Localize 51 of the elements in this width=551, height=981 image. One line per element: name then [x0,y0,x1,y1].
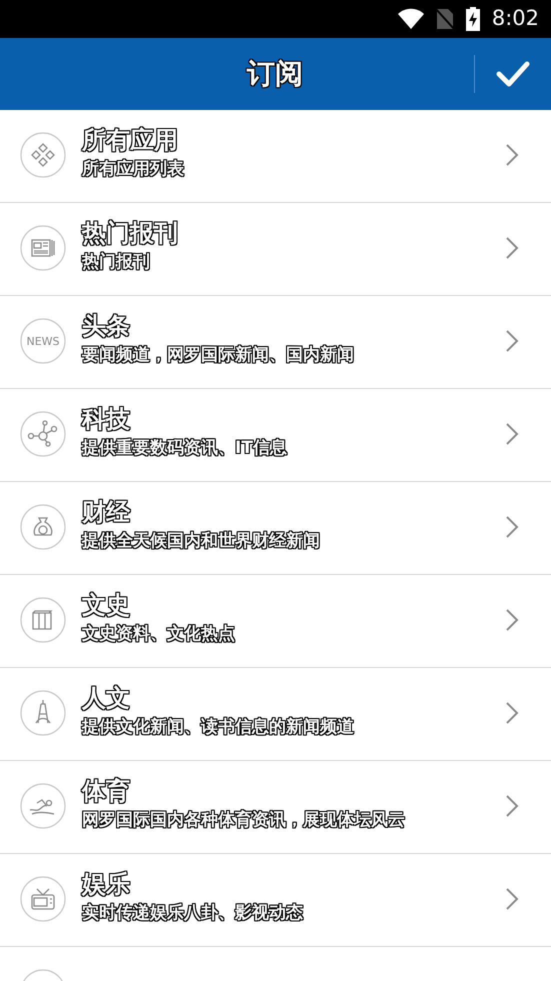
channel-description: 文史资料、文化热点 [82,624,236,646]
channel-title: 人文 [82,683,132,713]
channel-title: 体育 [82,776,132,806]
header-title: 订阅 [247,56,303,92]
channel-title: 文史 [82,590,132,620]
channel-row[interactable]: 人文 提供文化新闻、读书信息的新闻频道 [0,668,551,761]
channel-row[interactable]: 科技 提供重要数码资讯、IT信息 [0,389,551,482]
swimmer-icon [29,799,55,815]
channel-title: 头条 [82,311,132,341]
battery-charging-icon [466,7,480,31]
channel-description: 提供全天候国内和世界财经新闻 [82,531,321,552]
chevron-right-icon [505,608,519,632]
chevron-right-icon [505,794,519,818]
channel-row[interactable]: 财经 提供全天候国内和世界财经新闻 [0,482,551,575]
network-icon [28,420,58,447]
chevron-right-icon [505,515,519,539]
checkmark-icon [496,61,530,87]
chevron-right-icon [505,236,519,260]
wifi-icon [398,8,424,30]
status-time: 8:02 [492,5,539,32]
channel-row[interactable]: 体育 网罗国际国内各种体育资讯，展现体坛风云 [0,761,551,854]
books-icon [32,610,53,630]
news-label: NEWS [26,335,60,348]
chevron-right-icon [505,422,519,446]
channel-description: 提供文化新闻、读书信息的新闻频道 [82,717,356,738]
channel-description: 要闻频道，网罗国际新闻、国内新闻 [82,345,355,366]
chevron-right-icon [505,329,519,353]
channel-description: 提供重要数码资讯、IT信息 [82,438,289,460]
chevron-right-icon [505,143,519,167]
no-sim-icon [436,8,454,30]
channel-row[interactable]: 文史 文史资料、文化热点 [0,575,551,668]
channel-title: 热门报刊 [82,218,179,248]
channel-description: 所有应用列表 [82,159,186,180]
newspaper-icon [31,239,55,257]
channel-description: 热门报刊 [82,252,151,274]
chevron-right-icon [505,701,519,725]
channel-title: 所有应用 [82,125,179,155]
money-bag-icon [34,517,52,536]
channel-description: 实时传递娱乐八卦、影视动态 [82,903,305,924]
tower-icon [35,699,51,724]
tv-icon [31,888,55,910]
channel-title: 娱乐 [82,869,132,899]
channel-row[interactable]: 所有应用 所有应用列表 [0,110,551,203]
channel-row[interactable]: NEWS 头条 要闻频道，网罗国际新闻、国内新闻 [0,296,551,389]
channel-title: 科技 [82,404,132,434]
diamonds-icon [31,143,55,167]
chevron-right-icon [505,887,519,911]
channel-description: 网罗国际国内各种体育资讯，展现体坛风云 [82,810,406,832]
channel-title: 财经 [82,497,132,527]
channel-row[interactable]: 娱乐 实时传递娱乐八卦、影视动态 [0,854,551,947]
channel-row[interactable]: 热门报刊 热门报刊 [0,203,551,296]
